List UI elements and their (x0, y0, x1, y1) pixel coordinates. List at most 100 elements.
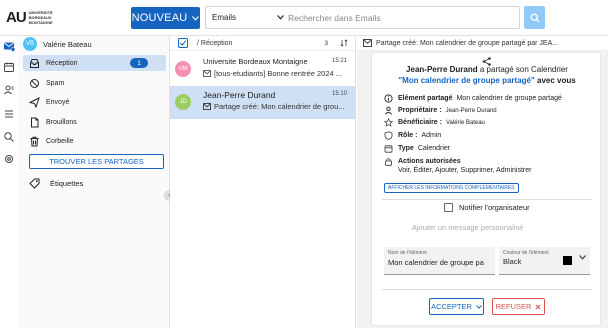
draft-icon (29, 117, 40, 128)
divider (382, 289, 592, 290)
account-name: Valérie Bateau (43, 39, 92, 49)
row-label: Type (398, 145, 414, 152)
message-row[interactable]: UM Universite Bordeaux Montaigne 15:21 [… (170, 53, 356, 86)
color-swatch (563, 256, 572, 265)
message-sender: Jean-Perre Durand (203, 90, 276, 100)
chevron-down-icon (476, 304, 482, 309)
search-button[interactable] (524, 6, 545, 29)
find-shares-button[interactable]: TROUVER LES PARTAGES (29, 154, 164, 169)
row-value: Admin (421, 132, 442, 139)
notify-checkbox[interactable] (444, 203, 453, 212)
search-input[interactable]: Rechercher dans Emails (288, 7, 381, 28)
folder-pane: VB Valérie Bateau Réception 1 Spam Envoy… (18, 36, 175, 328)
labels-label: Étiquettes (50, 179, 84, 188)
message-sender: Universite Bordeaux Montaigne (203, 57, 308, 66)
message-count: 3 (324, 39, 328, 47)
refuse-label: REFUSER (495, 302, 532, 311)
envelope-icon (363, 39, 372, 47)
search-scope-value: Emails (212, 13, 237, 22)
tasks-icon[interactable] (3, 108, 15, 120)
role-row: Rôle : Admin (384, 131, 441, 140)
reading-pane: Partage créé: Mon calendrier de groupe p… (357, 36, 608, 328)
accept-button[interactable]: ACCEPTER (429, 298, 484, 315)
new-button[interactable]: NOUVEAU (131, 7, 200, 29)
message-time: 15:21 (331, 58, 347, 64)
envelope-icon (203, 103, 211, 110)
contacts-icon[interactable] (3, 84, 15, 96)
spam-icon (29, 78, 40, 89)
field-value: Mon calendrier de groupe pa (388, 258, 484, 267)
select-all-checkbox[interactable] (178, 38, 188, 48)
calendar-icon (384, 144, 393, 153)
message-list: / Réception 3 UM Universite Bordeaux Mon… (170, 36, 356, 328)
message-subject-text: Partage créé: Mon calendrier de grou... (214, 102, 345, 111)
row-value: Valérie Bateau (445, 119, 485, 126)
row-label: Elément partagé (398, 95, 453, 102)
avatar: JD (175, 94, 191, 110)
element-color-select[interactable]: Couleur de l'élément Black (499, 247, 590, 275)
message-subject: [tous-etudiants] Bonne rentrée 2024 ... (203, 69, 348, 78)
notify-label: Notifier l'organisateur (459, 203, 530, 212)
actions-value: Voir, Éditer, Ajouter, Supprimer, Admini… (398, 167, 532, 174)
refuse-button[interactable]: REFUSER (492, 298, 545, 315)
close-icon (535, 304, 541, 310)
search-icon[interactable] (3, 131, 15, 143)
share-card: Jean-Perre Durand a partagé son Calendri… (371, 52, 601, 326)
message-row-selected[interactable]: JD Jean-Perre Durand 15:10 Partage créé:… (170, 86, 356, 119)
folder-label: Brouillons (46, 118, 77, 126)
field-label: Nom de l'élément (388, 250, 427, 256)
folder-label: Réception (46, 59, 78, 67)
folder-spam[interactable]: Spam (23, 75, 166, 91)
labels-section[interactable]: Étiquettes (29, 178, 83, 189)
folder-label: Envoyé (46, 98, 70, 106)
chevron-down-icon (579, 255, 586, 260)
divider (382, 199, 592, 200)
beneficiary-row: Bénéficiaire : Valérie Bateau (384, 118, 485, 127)
accept-label: ACCEPTER (431, 302, 472, 311)
folder-inbox[interactable]: Réception 1 (23, 55, 166, 71)
shared-calendar-name: "Mon calendrier de groupe partagé" (398, 76, 535, 85)
app-rail (0, 36, 18, 328)
search-bar: Emails Rechercher dans Emails (205, 6, 520, 29)
row-label: Bénéficiaire : (398, 119, 442, 126)
star-icon (384, 118, 393, 127)
search-icon (530, 13, 540, 23)
sharer-name: Jean-Perre Durand (406, 65, 478, 74)
new-button-label: NOUVEAU (131, 12, 188, 24)
shield-icon (384, 131, 393, 140)
folder-trash[interactable]: Corbeille (23, 133, 166, 149)
folder-drafts[interactable]: Brouillons (23, 114, 166, 130)
notify-organizer-row[interactable]: Notifier l'organisateur (444, 203, 530, 212)
reader-header: Partage créé: Mon calendrier de groupe p… (357, 36, 608, 51)
account-row[interactable]: VB Valérie Bateau (23, 36, 170, 52)
logo-text: UNIVERSITÉ BORDEAUX MONTAIGNE (28, 10, 53, 25)
trash-icon (29, 136, 40, 147)
mail-icon[interactable] (3, 40, 15, 52)
settings-icon[interactable] (3, 153, 15, 165)
message-list-header: / Réception 3 (170, 36, 356, 51)
top-bar: AU UNIVERSITÉ BORDEAUX MONTAIGNE NOUVEAU… (0, 0, 608, 36)
unread-count-badge: 1 (130, 58, 148, 68)
row-label: Rôle : (398, 132, 418, 139)
folder-sent[interactable]: Envoyé (23, 94, 166, 110)
owner-row: Propriétaire : Jean-Perre Durand (384, 106, 497, 115)
chevron-down-icon (192, 15, 200, 21)
field-value: Black (503, 257, 522, 266)
calendar-icon[interactable] (3, 61, 15, 73)
personal-message-input[interactable]: Ajouter un message personnalisé (412, 223, 523, 232)
sort-icon[interactable] (340, 39, 348, 47)
row-label: Propriétaire : (398, 107, 442, 114)
tag-icon (29, 178, 40, 189)
message-title: Partage créé: Mon calendrier de groupe p… (376, 39, 559, 47)
logo-mark: AU (6, 9, 27, 26)
headline-end: avec vous (537, 76, 576, 85)
row-value: Jean-Perre Durand (445, 107, 497, 114)
element-name-field[interactable]: Nom de l'élément Mon calendrier de group… (384, 247, 495, 275)
show-more-info-button[interactable]: AFFICHER LES INFORMATIONS COMPLEMENTAIRE… (384, 183, 519, 193)
folder-label: Spam (46, 79, 65, 87)
row-label: Actions autorisées (398, 158, 461, 165)
search-scope-select[interactable]: Emails (212, 7, 284, 28)
message-time: 15:10 (331, 91, 347, 97)
row-value: Mon calendrier de groupe partagé (456, 95, 562, 102)
university-logo[interactable]: AU UNIVERSITÉ BORDEAUX MONTAIGNE (6, 9, 53, 26)
